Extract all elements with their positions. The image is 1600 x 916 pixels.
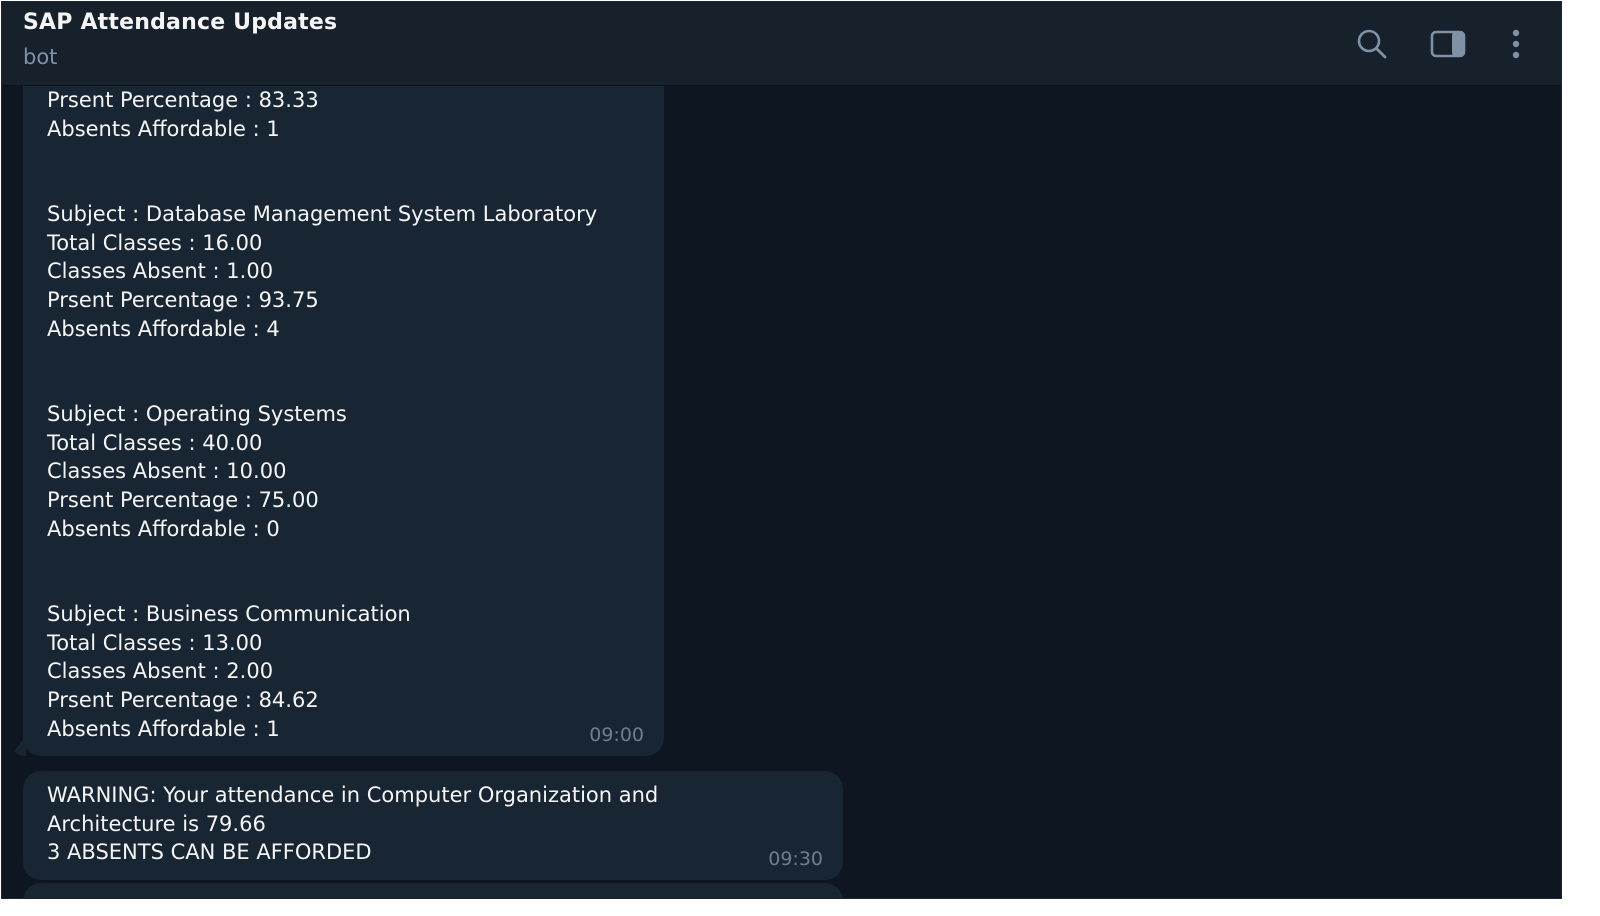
message-list[interactable]: Prsent Percentage : 83.33 Absents Afforda… bbox=[2, 86, 1561, 898]
message-line: Total Classes : 13.00 bbox=[47, 630, 263, 655]
message-line: Subject : Business Communication bbox=[47, 602, 411, 627]
message-line: Absents Affordable : 1 bbox=[47, 716, 280, 741]
message-text: WARNING: Your attendance in Computer Org… bbox=[47, 781, 823, 867]
sidebar-toggle-icon[interactable] bbox=[1428, 24, 1468, 64]
message-line: Absents Affordable : 1 bbox=[47, 116, 280, 141]
message-line: Prsent Percentage : 93.75 bbox=[47, 287, 319, 312]
message-line: 3 ABSENTS CAN BE AFFORDED bbox=[47, 840, 372, 865]
message-time: 09:30 bbox=[768, 848, 823, 871]
chat-subtitle: bot bbox=[23, 45, 58, 69]
message-line: Classes Absent : 2.00 bbox=[47, 659, 274, 684]
message-line: Total Classes : 40.00 bbox=[47, 430, 263, 455]
message-text: Prsent Percentage : 83.33 Absents Afforda… bbox=[47, 86, 644, 743]
chat-header[interactable]: SAP Attendance Updates bot bbox=[2, 2, 1561, 86]
more-vertical-icon[interactable] bbox=[1496, 24, 1536, 64]
message-time: 09:00 bbox=[589, 724, 644, 747]
message-line: Architecture is 79.66 bbox=[47, 811, 266, 836]
message-line: Prsent Percentage : 84.62 bbox=[47, 687, 319, 712]
message-bubble-partial[interactable] bbox=[23, 883, 843, 898]
search-icon[interactable] bbox=[1352, 24, 1392, 64]
chat-window: SAP Attendance Updates bot Prsent Percen… bbox=[1, 1, 1562, 899]
message-bubble[interactable]: Prsent Percentage : 83.33 Absents Afforda… bbox=[23, 86, 664, 756]
message-line: Total Classes : 16.00 bbox=[47, 230, 263, 255]
message-bubble[interactable]: WARNING: Your attendance in Computer Org… bbox=[23, 771, 843, 880]
message-line: Prsent Percentage : 75.00 bbox=[47, 487, 319, 512]
message-line: Classes Absent : 10.00 bbox=[47, 459, 287, 484]
message-line: Absents Affordable : 4 bbox=[47, 316, 280, 341]
message-line: WARNING: Your attendance in Computer Org… bbox=[47, 783, 659, 807]
message-line: Subject : Database Management System Lab… bbox=[47, 202, 598, 227]
chat-title[interactable]: SAP Attendance Updates bbox=[23, 10, 337, 35]
message-line: Prsent Percentage : 83.33 bbox=[47, 88, 319, 112]
message-line: Subject : Operating Systems bbox=[47, 402, 347, 427]
message-line: Classes Absent : 1.00 bbox=[47, 259, 274, 284]
message-line: Absents Affordable : 0 bbox=[47, 516, 280, 541]
